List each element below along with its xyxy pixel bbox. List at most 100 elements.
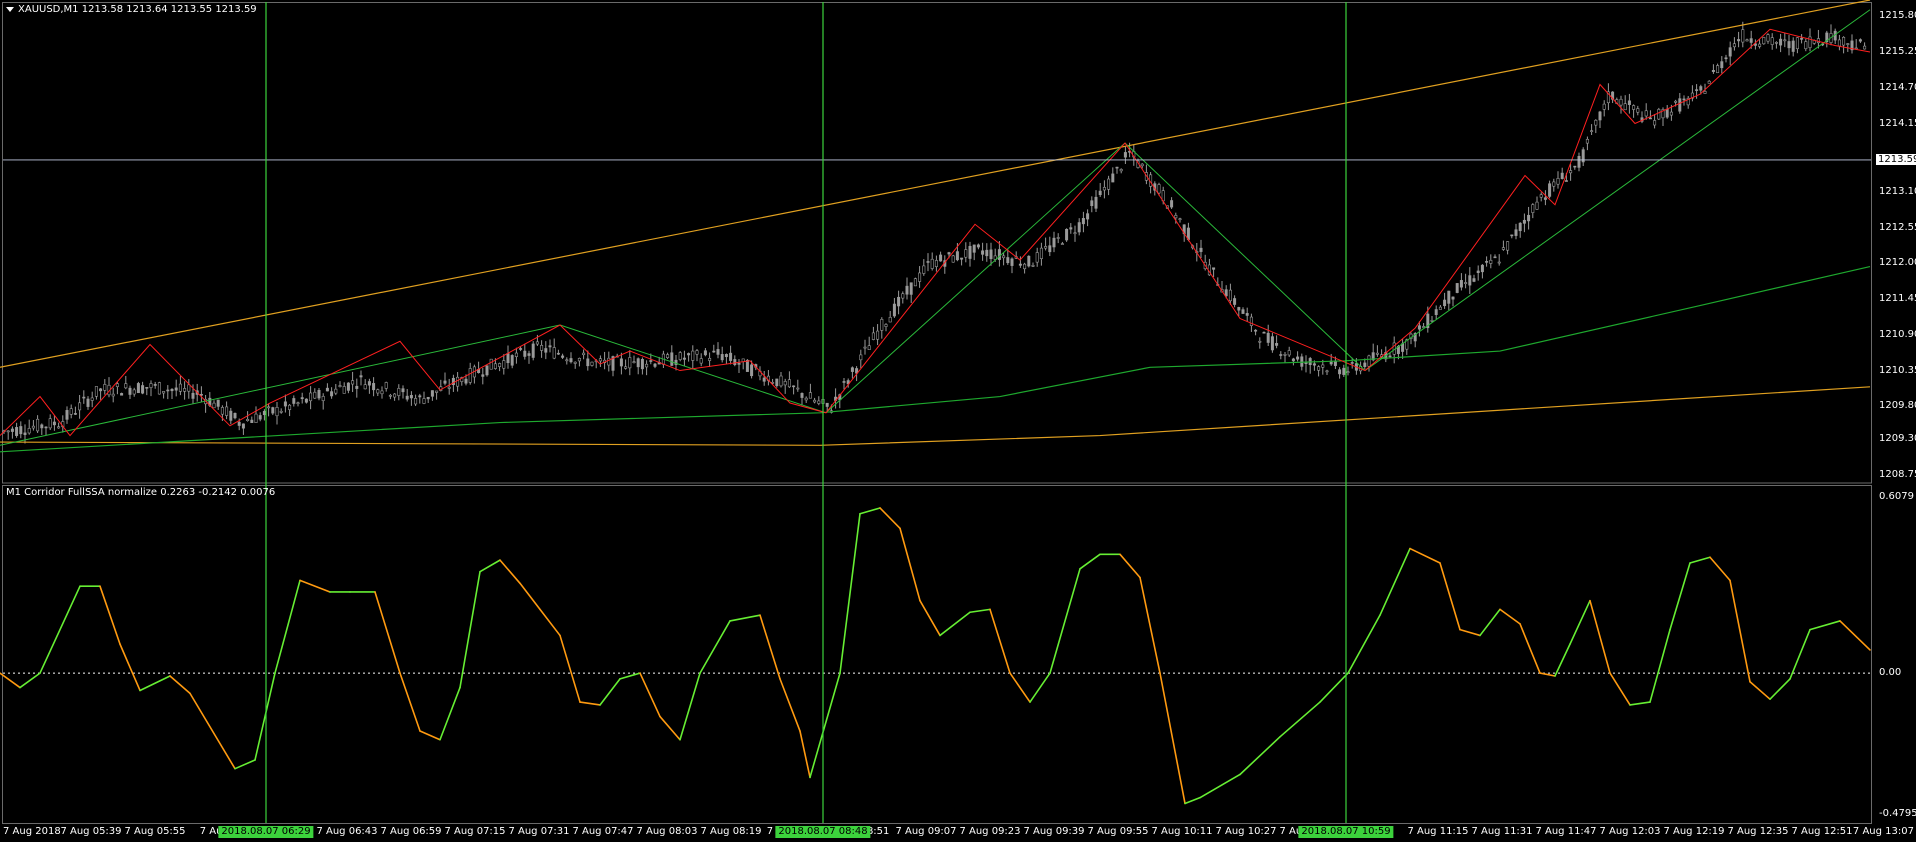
indicator-rising — [1669, 562, 1691, 631]
candle-body — [136, 383, 140, 394]
candle-body — [804, 397, 808, 401]
candle-body — [1644, 110, 1648, 117]
indicator-falling — [879, 507, 901, 530]
indicator-falling — [1749, 680, 1771, 700]
indicator-rising — [39, 585, 81, 674]
indicator-rising — [1279, 701, 1321, 738]
candle-body — [174, 387, 178, 391]
candle-body — [468, 368, 472, 383]
time-tick-label: 7 Aug 11:15 — [1407, 826, 1469, 837]
indicator-falling — [1709, 556, 1731, 582]
price-tick-label: 1208.75 — [1879, 468, 1916, 480]
vertical-markers[interactable] — [265, 2, 1347, 823]
indicator-name: M1 Corridor FullSSA normalize 0.2263 -0.… — [6, 487, 276, 498]
candle-body — [288, 404, 292, 410]
candle-body — [48, 418, 52, 429]
indicator-falling — [1539, 672, 1556, 677]
indicator-falling — [1519, 623, 1541, 674]
indicator-rising — [1789, 628, 1811, 680]
candle-body — [817, 400, 821, 404]
candle-body — [443, 380, 447, 384]
indicator-falling — [579, 701, 601, 706]
candle-body — [1842, 36, 1846, 46]
candle-body — [1846, 43, 1850, 45]
candle-body — [1720, 61, 1724, 69]
candle-body — [1657, 109, 1661, 120]
candle-body — [1493, 256, 1497, 259]
indicator-pane[interactable] — [0, 485, 1872, 824]
main-price-pane[interactable] — [0, 0, 1872, 484]
candle-body — [78, 402, 82, 411]
indicator-falling — [989, 608, 1011, 674]
candle-body — [867, 345, 871, 350]
candle-body — [876, 330, 880, 340]
indicator-falling — [759, 614, 781, 680]
candle-body — [1514, 229, 1518, 236]
candle-body — [808, 392, 812, 399]
candle-body — [1447, 290, 1451, 304]
candle-body — [258, 415, 262, 420]
candle-body — [1287, 350, 1291, 356]
candle-body — [1548, 183, 1552, 197]
candle-body — [863, 346, 867, 349]
candle-body — [132, 389, 136, 395]
candle-body — [939, 254, 943, 262]
candle-body — [1111, 173, 1115, 183]
vertical-marker-label[interactable]: 2018.08.07 10:59 — [1298, 826, 1394, 838]
candle-body — [103, 384, 107, 391]
candle-body — [1199, 247, 1203, 252]
candle-body — [414, 398, 418, 405]
candle-body — [565, 359, 569, 362]
candle-body — [1564, 180, 1568, 182]
time-tick-label: 7 Aug 06:43 — [316, 826, 378, 837]
indicator-rising — [939, 611, 971, 637]
candle-body — [1342, 367, 1346, 375]
candle-body — [1501, 247, 1505, 250]
candle-body — [1858, 39, 1862, 42]
candle-body — [225, 406, 229, 416]
symbol-quote: XAUUSD,M1 1213.58 1213.64 1213.55 1213.5… — [18, 4, 257, 15]
candle-body — [1556, 178, 1560, 185]
candle-body — [968, 245, 972, 259]
indicator-rising — [1379, 547, 1411, 616]
candle-body — [317, 389, 321, 399]
indicator-rising — [809, 672, 841, 779]
candle-body — [527, 353, 531, 356]
indicator-rising — [1029, 672, 1051, 703]
candle-body — [1430, 320, 1434, 322]
candle-body — [1363, 362, 1367, 367]
candle-body — [1573, 165, 1577, 168]
candle-body — [720, 354, 724, 361]
candle-body — [687, 353, 691, 356]
candle-body — [800, 393, 804, 398]
dropdown-icon[interactable] — [6, 6, 14, 12]
main-pane-border — [2, 2, 1872, 484]
candle-body — [1023, 263, 1027, 270]
candle-body — [1497, 261, 1501, 264]
candle-body — [976, 244, 980, 248]
candle-body — [498, 363, 502, 367]
price-tick-label: 1215.80 — [1879, 10, 1916, 22]
candle-body — [1304, 362, 1308, 364]
candle-body — [892, 303, 896, 317]
candle-body — [1052, 237, 1056, 248]
candle-body — [523, 350, 527, 357]
candle-body — [1254, 329, 1258, 332]
candle-body — [376, 389, 380, 394]
candle-body — [241, 423, 245, 429]
vertical-marker-label[interactable]: 2018.08.07 06:29 — [218, 826, 314, 838]
chart-canvas[interactable] — [0, 0, 1916, 842]
candle-body — [250, 419, 254, 423]
candle-body — [15, 427, 19, 436]
candle-body — [86, 398, 90, 407]
candle-body — [124, 383, 128, 389]
candle-body — [1312, 363, 1316, 366]
candle-body — [926, 261, 930, 263]
candle-body — [397, 388, 401, 396]
indicator-rising — [1479, 608, 1501, 637]
candle-body — [1543, 197, 1547, 200]
vertical-marker-label[interactable]: 2018.08.07 08:48 — [775, 826, 871, 838]
indicator-rising — [139, 675, 171, 692]
candle-body — [237, 421, 241, 426]
mid-line — [0, 265, 1871, 453]
